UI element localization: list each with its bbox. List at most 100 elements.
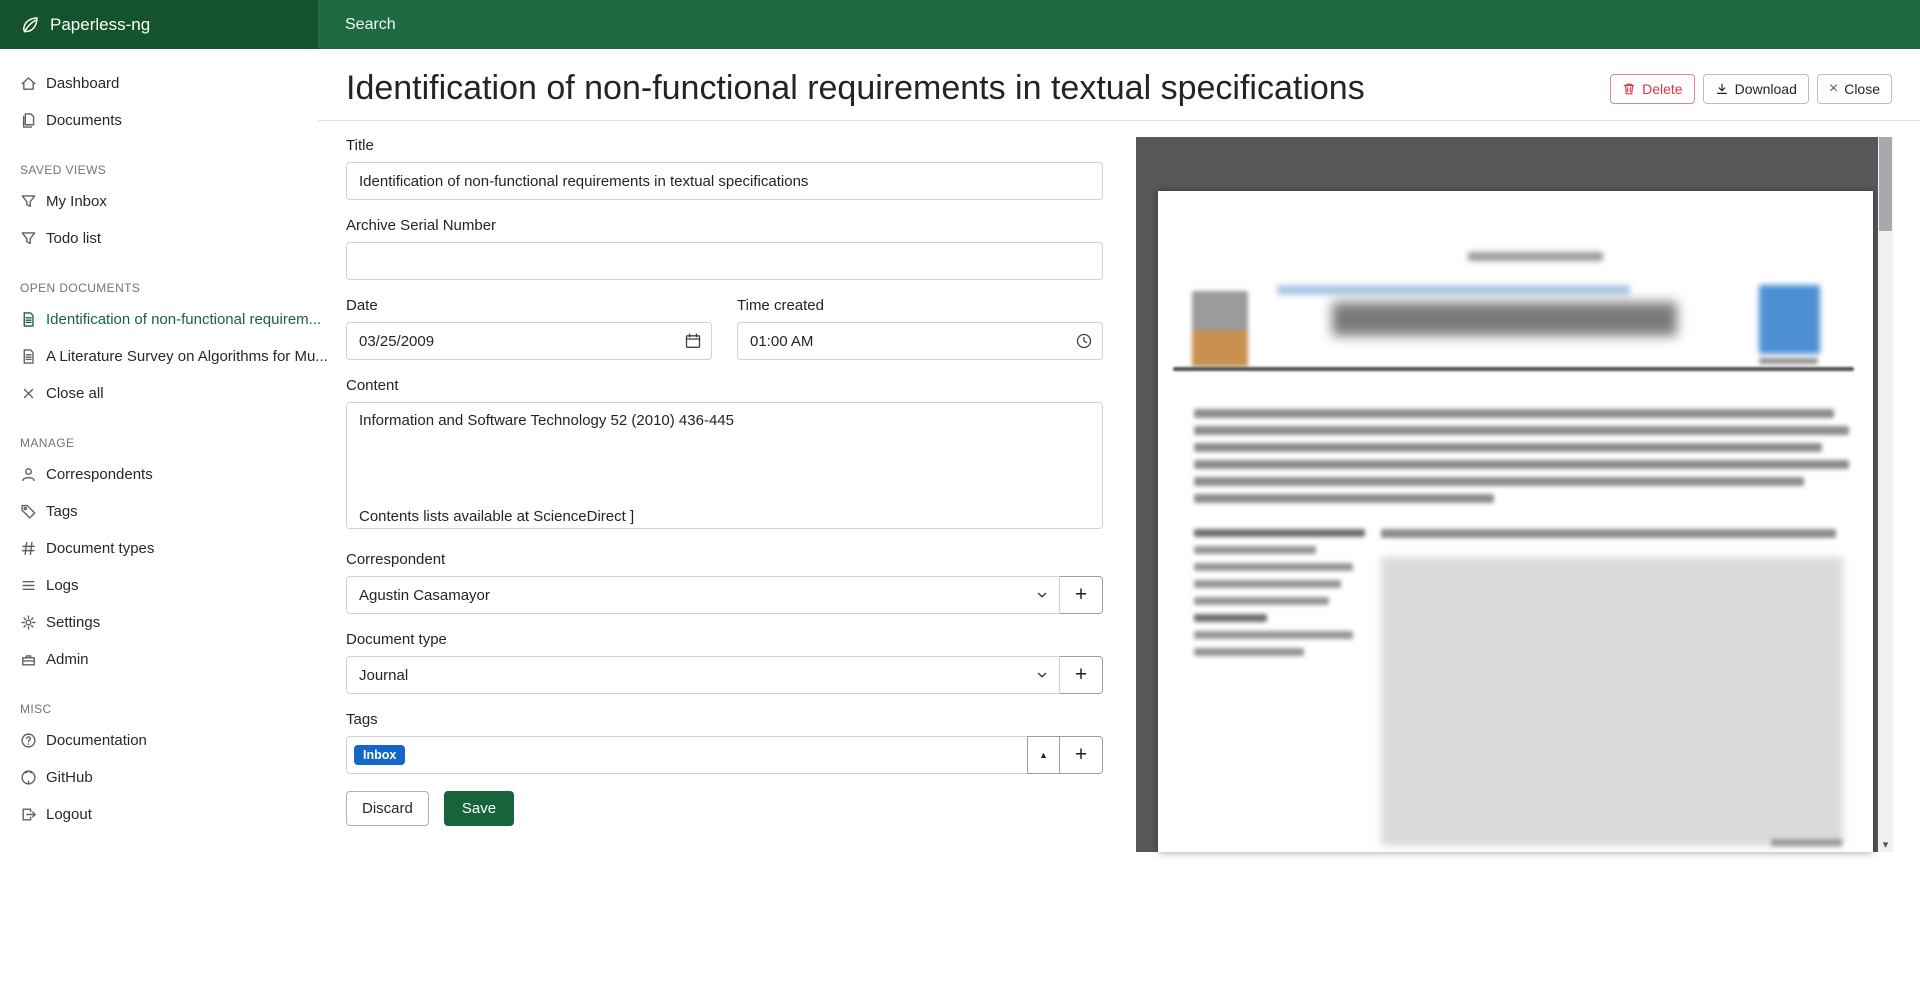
tags-label: Tags xyxy=(346,711,1103,728)
file-text-icon xyxy=(20,311,37,328)
scroll-down-arrow-icon[interactable]: ▾ xyxy=(1878,838,1893,851)
sidebar-item-label: Settings xyxy=(46,614,100,631)
preview-blur-block xyxy=(1194,614,1267,622)
discard-button[interactable]: Discard xyxy=(346,791,429,826)
sidebar-item-logs[interactable]: Logs xyxy=(0,567,318,604)
sidebar-item-todo-list[interactable]: Todo list xyxy=(0,220,318,257)
preview-blur-block xyxy=(1192,291,1248,367)
sidebar-item-label: My Inbox xyxy=(46,193,107,210)
asn-label: Archive Serial Number xyxy=(346,217,1103,234)
sidebar-item-documentation[interactable]: Documentation xyxy=(0,722,318,759)
page-title: Identification of non-functional require… xyxy=(346,69,1365,108)
date-input[interactable] xyxy=(346,322,712,360)
sidebar-item-settings[interactable]: Settings xyxy=(0,604,318,641)
preview-blur-block xyxy=(1381,529,1836,538)
sidebar-item-label: Correspondents xyxy=(46,466,153,483)
files-icon xyxy=(20,112,37,129)
preview-blur-block xyxy=(1194,426,1849,435)
sidebar-item-label: Documentation xyxy=(46,732,147,749)
sidebar-item-correspondents[interactable]: Correspondents xyxy=(0,456,318,493)
funnel-icon xyxy=(20,230,37,247)
brand[interactable]: Paperless-ng xyxy=(0,0,318,49)
document-edit-form: Title Archive Serial Number Date xyxy=(346,137,1103,852)
sidebar-item-dashboard[interactable]: Dashboard xyxy=(0,65,318,102)
sidebar-open-document-2[interactable]: A Literature Survey on Algorithms for Mu… xyxy=(0,338,318,375)
plus-icon: + xyxy=(1075,583,1087,607)
preview-blur-block xyxy=(1194,409,1834,418)
leaf-logo-icon xyxy=(20,15,40,35)
preview-blur-block xyxy=(1194,494,1494,503)
tag-icon xyxy=(20,503,37,520)
add-tag-button[interactable]: + xyxy=(1059,736,1103,774)
sidebar-item-tags[interactable]: Tags xyxy=(0,493,318,530)
tags-input[interactable]: Inbox xyxy=(346,736,1028,774)
time-created-label: Time created xyxy=(737,297,1103,314)
open-documents-header: OPEN DOCUMENTS xyxy=(20,281,318,295)
asn-input[interactable] xyxy=(346,242,1103,280)
sidebar-item-label: Admin xyxy=(46,651,89,668)
time-created-input[interactable] xyxy=(737,322,1103,360)
content-textarea[interactable]: Information and Software Technology 52 (… xyxy=(346,402,1103,529)
sidebar-item-logout[interactable]: Logout xyxy=(0,796,318,833)
correspondent-label: Correspondent xyxy=(346,551,1103,568)
preview-scrollbar[interactable]: ▾ xyxy=(1878,137,1893,852)
save-button[interactable]: Save xyxy=(444,791,514,826)
preview-blur-block xyxy=(1194,443,1822,452)
funnel-icon xyxy=(20,193,37,210)
delete-button-label: Delete xyxy=(1642,81,1682,97)
top-navbar: Paperless-ng xyxy=(0,0,1920,49)
preview-blur-block xyxy=(1468,252,1603,261)
tags-dropdown-toggle[interactable]: ▲ xyxy=(1027,736,1060,774)
sidebar-item-document-types[interactable]: Document types xyxy=(0,530,318,567)
sidebar-item-github[interactable]: GitHub xyxy=(0,759,318,796)
delete-button[interactable]: Delete xyxy=(1610,74,1694,104)
plus-icon: + xyxy=(1075,663,1087,687)
search-input[interactable] xyxy=(318,0,1920,49)
sidebar-item-label: Tags xyxy=(46,503,78,520)
sidebar-item-documents[interactable]: Documents xyxy=(0,102,318,139)
download-button[interactable]: Download xyxy=(1703,74,1809,104)
preview-blur-block xyxy=(1759,358,1818,364)
main-content: Identification of non-functional require… xyxy=(318,49,1920,981)
add-document-type-button[interactable]: + xyxy=(1059,656,1103,694)
document-actions: Delete Download × Close xyxy=(1610,74,1892,104)
sidebar-item-label: Close all xyxy=(46,385,104,402)
chevron-down-icon xyxy=(1035,588,1049,602)
misc-header: MISC xyxy=(20,702,318,716)
document-type-select[interactable]: Journal xyxy=(346,656,1060,694)
page-header: Identification of non-functional require… xyxy=(318,49,1920,121)
calendar-icon[interactable] xyxy=(684,332,702,350)
close-icon: × xyxy=(1829,81,1838,97)
plus-icon: + xyxy=(1075,743,1087,767)
sidebar-open-document-1[interactable]: Identification of non-functional require… xyxy=(0,301,318,338)
add-correspondent-button[interactable]: + xyxy=(1059,576,1103,614)
brand-name: Paperless-ng xyxy=(50,15,150,35)
download-icon xyxy=(1715,82,1729,96)
sidebar-item-admin[interactable]: Admin xyxy=(0,641,318,678)
document-preview-pane[interactable]: ▾ xyxy=(1136,137,1893,852)
clock-icon[interactable] xyxy=(1075,332,1093,350)
sidebar-item-close-all[interactable]: Close all xyxy=(0,375,318,412)
preview-blur-block xyxy=(1277,285,1630,295)
preview-blur-block xyxy=(1194,631,1353,639)
manage-header: MANAGE xyxy=(20,436,318,450)
close-button[interactable]: × Close xyxy=(1817,74,1892,104)
sidebar-item-label: A Literature Survey on Algorithms for Mu… xyxy=(46,348,328,365)
preview-blur-block xyxy=(1173,367,1854,371)
sidebar-item-label: Dashboard xyxy=(46,75,119,92)
sidebar-item-label: Logs xyxy=(46,577,79,594)
correspondent-select[interactable]: Agustin Casamayor xyxy=(346,576,1060,614)
title-input[interactable] xyxy=(346,162,1103,200)
preview-scrollbar-thumb[interactable] xyxy=(1879,137,1892,231)
sidebar-item-my-inbox[interactable]: My Inbox xyxy=(0,183,318,220)
chevron-down-icon xyxy=(1035,668,1049,682)
preview-blur-block xyxy=(1332,302,1677,336)
trash-icon xyxy=(1622,82,1636,96)
sidebar-item-label: Logout xyxy=(46,806,92,823)
preview-blur-block xyxy=(1194,597,1329,605)
preview-blur-block xyxy=(1194,460,1849,469)
preview-blur-block xyxy=(1194,529,1365,537)
correspondent-value: Agustin Casamayor xyxy=(359,587,490,604)
github-icon xyxy=(20,769,37,786)
gear-icon xyxy=(20,614,37,631)
